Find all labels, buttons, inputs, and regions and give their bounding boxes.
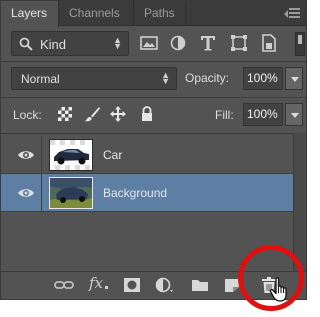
add-mask-icon[interactable] xyxy=(122,276,142,294)
fill-field[interactable]: 100% xyxy=(243,103,283,126)
tab-channels[interactable]: Channels xyxy=(59,1,134,26)
lock-position-move-icon[interactable] xyxy=(109,105,127,123)
filter-kind-label: Kind xyxy=(40,37,67,52)
fill-label: Fill: xyxy=(215,108,234,122)
pixel-layer-filter-icon[interactable] xyxy=(138,33,160,53)
blend-mode-select[interactable]: Normal ▲ ▼ xyxy=(11,67,177,90)
layer-row-car[interactable]: Car xyxy=(1,136,293,174)
lock-label: Lock: xyxy=(13,108,42,122)
eye-visibility-icon[interactable] xyxy=(17,186,35,200)
panel-tab-strip: Layers Channels Paths xyxy=(1,1,306,27)
layer-style-dot xyxy=(105,286,108,289)
tab-paths[interactable]: Paths xyxy=(134,1,186,26)
hand-cursor-icon xyxy=(268,276,294,302)
tab-layers[interactable]: Layers xyxy=(1,1,59,27)
new-group-icon[interactable] xyxy=(190,276,210,294)
panel-menu-icon[interactable] xyxy=(284,6,300,20)
fill-slider-button[interactable] xyxy=(285,103,303,126)
smart-object-filter-icon[interactable] xyxy=(258,33,280,53)
layer-name-car: Car xyxy=(103,148,123,162)
link-layers-icon[interactable] xyxy=(54,276,74,294)
layer-thumbnail-car xyxy=(49,139,93,171)
filter-kind-select[interactable]: Kind ▲ ▼ xyxy=(11,31,129,56)
lock-all-icon[interactable] xyxy=(138,105,156,123)
adjustment-layer-filter-icon[interactable] xyxy=(167,33,189,53)
divider xyxy=(41,136,42,174)
layer-name-background: Background xyxy=(103,186,168,200)
filter-toggle-switch[interactable] xyxy=(295,32,305,56)
lock-image-pixels-brush-icon[interactable] xyxy=(83,105,101,123)
lock-transparent-pixels-icon[interactable] xyxy=(56,105,74,123)
adjustment-layer-icon[interactable] xyxy=(154,276,174,294)
opacity-field[interactable]: 100% xyxy=(243,67,283,90)
divider xyxy=(1,97,306,98)
shape-layer-filter-icon[interactable] xyxy=(228,33,250,53)
search-icon xyxy=(19,37,33,51)
layers-scrollbar[interactable] xyxy=(293,133,306,271)
divider xyxy=(41,174,42,212)
eye-visibility-icon[interactable] xyxy=(17,148,35,162)
layers-list: Car Background xyxy=(1,133,293,271)
chevron-updown-icon: ▲ ▼ xyxy=(161,70,170,86)
opacity-label: Opacity: xyxy=(185,71,230,85)
layer-row-background[interactable]: Background xyxy=(1,174,293,212)
blend-mode-label: Normal xyxy=(21,72,60,86)
opacity-slider-button[interactable] xyxy=(285,67,303,90)
type-layer-filter-icon[interactable] xyxy=(197,33,219,53)
divider xyxy=(1,61,306,62)
chevron-updown-icon: ▲ ▼ xyxy=(113,35,122,51)
layer-thumbnail-background xyxy=(49,177,93,209)
layer-style-icon[interactable]: fx xyxy=(89,274,103,292)
